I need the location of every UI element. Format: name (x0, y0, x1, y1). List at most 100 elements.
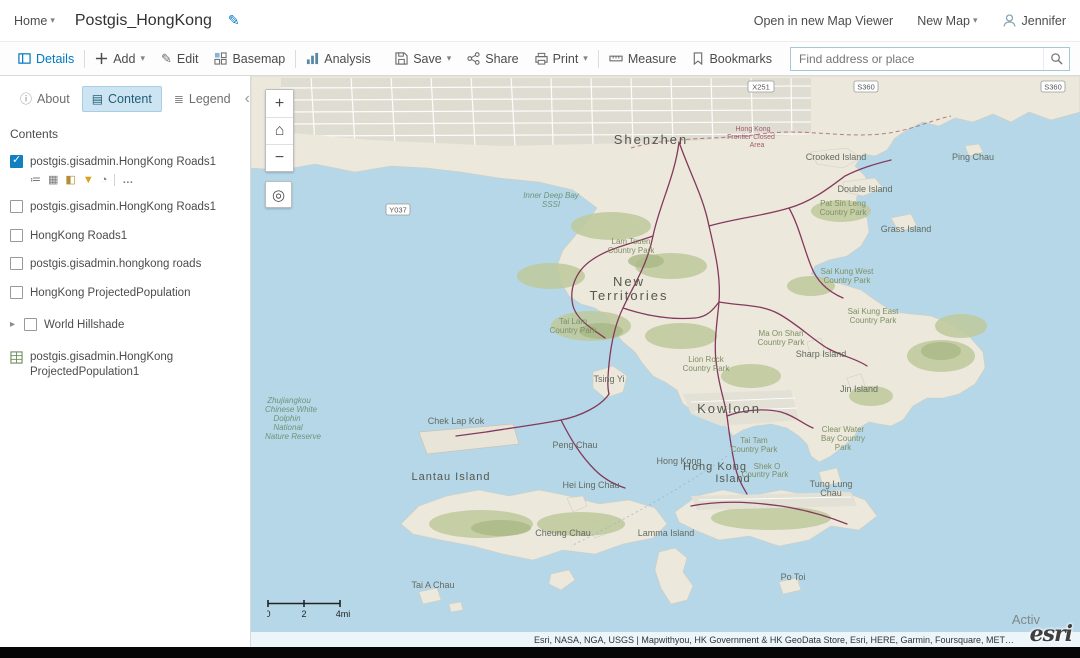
svg-text:Tai Lam: Tai Lam (559, 317, 587, 326)
svg-text:X251: X251 (752, 83, 770, 92)
default-extent-button[interactable]: ⌂ (266, 117, 293, 144)
content-icon: ▤ (92, 92, 103, 106)
svg-text:New: New (613, 274, 645, 289)
basemap-button[interactable]: Basemap (206, 42, 293, 75)
caret-down-icon: ▾ (447, 53, 452, 64)
change-style-icon[interactable]: ◧ (65, 173, 75, 186)
tab-label: Legend (189, 92, 231, 106)
svg-text:SSSI: SSSI (542, 200, 561, 209)
details-button[interactable]: Details (10, 42, 82, 75)
tab-content[interactable]: ▤ Content (82, 86, 162, 112)
contents-heading: Contents (10, 127, 240, 141)
layer-checkbox[interactable]: ✓ (10, 155, 23, 168)
search-button[interactable] (1043, 48, 1069, 70)
filter-icon[interactable]: ▼ (83, 174, 94, 186)
layer-label: World Hillshade (44, 318, 124, 332)
zoom-in-button[interactable]: + (266, 90, 293, 117)
tab-about[interactable]: ⓘ About (10, 84, 80, 113)
layer-checkbox[interactable] (10, 257, 23, 270)
layer-label: HongKong ProjectedPopulation (30, 286, 190, 300)
tab-label: About (37, 92, 70, 106)
layer-item[interactable]: ✓ postgis.gisadmin.HongKong Roads1 (10, 155, 240, 169)
svg-text:Lion Rock: Lion Rock (688, 355, 725, 364)
locate-icon: ◎ (272, 186, 285, 204)
layer-label: postgis.gisadmin.HongKong Roads1 (30, 200, 216, 214)
edit-title-icon[interactable]: ✎ (228, 12, 240, 29)
plus-icon: + (275, 95, 284, 113)
svg-text:Country Park: Country Park (550, 326, 598, 335)
analysis-label: Analysis (324, 52, 371, 66)
layer-label: HongKong Roads1 (30, 229, 127, 243)
map-toolbar: Details Add ▾ ✎ Edit Basemap Analysis Sa… (0, 42, 1080, 76)
more-options-icon[interactable]: … (114, 174, 134, 186)
svg-text:Lamma Island: Lamma Island (638, 528, 695, 538)
new-map-menu[interactable]: New Map ▾ (917, 14, 977, 28)
layer-checkbox[interactable] (10, 200, 23, 213)
check-icon: ✓ (12, 154, 21, 168)
svg-text:Chek Lap Kok: Chek Lap Kok (428, 416, 485, 426)
svg-text:Sharp Island: Sharp Island (796, 349, 847, 359)
arcgis-map-viewer: Home ▾ Postgis_HongKong ✎ Open in new Ma… (0, 0, 1080, 658)
perform-analysis-icon[interactable]: ◔ (101, 174, 108, 186)
svg-text:Lantau Island: Lantau Island (411, 471, 490, 483)
caret-down-icon: ▾ (973, 15, 978, 26)
layer-checkbox[interactable] (10, 229, 23, 242)
details-icon (18, 52, 31, 65)
save-button[interactable]: Save ▾ (387, 42, 459, 75)
layer-item[interactable]: postgis.gisadmin.hongkong roads (10, 257, 240, 271)
svg-text:Zhujiangkou: Zhujiangkou (266, 396, 311, 405)
svg-text:Area: Area (750, 142, 765, 149)
print-icon (535, 52, 548, 65)
map-canvas[interactable]: X251 S360 S360 Y037 Shenzhen Hong Kong F… (251, 76, 1080, 647)
table-item[interactable]: postgis.gisadmin.HongKong ProjectedPopul… (10, 350, 240, 379)
search-box (790, 47, 1070, 71)
home-menu[interactable]: Home ▾ (14, 14, 55, 28)
layer-item[interactable]: HongKong Roads1 (10, 229, 240, 243)
save-label: Save (413, 52, 442, 66)
search-icon (1050, 52, 1063, 65)
expand-icon[interactable]: ▸ (10, 319, 15, 332)
esri-logo: esri (1030, 621, 1072, 647)
route-shield: X251 (748, 81, 774, 92)
layer-item[interactable]: HongKong ProjectedPopulation (10, 286, 240, 300)
layer-checkbox[interactable] (10, 286, 23, 299)
legend-icon: ≣ (174, 92, 184, 106)
analysis-button[interactable]: Analysis (298, 42, 379, 75)
svg-text:S360: S360 (857, 83, 875, 92)
user-menu[interactable]: Jennifer (1002, 13, 1066, 28)
svg-text:Country Park: Country Park (850, 316, 898, 325)
show-table-icon[interactable]: ▦ (48, 173, 58, 186)
svg-text:Pat Sin Leng: Pat Sin Leng (820, 199, 866, 208)
measure-button[interactable]: Measure (601, 42, 685, 75)
search-input[interactable] (791, 48, 1043, 70)
svg-text:S360: S360 (1044, 83, 1062, 92)
edit-icon: ✎ (161, 51, 172, 67)
edit-button[interactable]: ✎ Edit (153, 42, 206, 75)
add-button[interactable]: Add ▾ (87, 42, 153, 75)
svg-text:Lam Tsuen: Lam Tsuen (612, 237, 651, 246)
edit-label: Edit (177, 52, 199, 66)
svg-text:Po Toi: Po Toi (781, 572, 806, 582)
layer-label: postgis.gisadmin.hongkong roads (30, 257, 201, 271)
show-legend-icon[interactable]: ≔ (30, 173, 41, 186)
zoom-out-button[interactable]: − (266, 144, 293, 171)
svg-text:Tai A Chau: Tai A Chau (411, 580, 454, 590)
svg-text:Dolphin: Dolphin (273, 414, 301, 423)
print-button[interactable]: Print ▾ (527, 42, 596, 75)
toolbar-separator (84, 50, 85, 68)
share-label: Share (485, 52, 518, 66)
svg-text:Sai Kung East: Sai Kung East (848, 307, 899, 316)
find-my-location-button[interactable]: ◎ (265, 181, 292, 208)
layer-checkbox[interactable] (24, 318, 37, 331)
open-new-map-viewer-link[interactable]: Open in new Map Viewer (754, 14, 893, 28)
table-label: postgis.gisadmin.HongKong ProjectedPopul… (30, 350, 216, 379)
bookmarks-button[interactable]: Bookmarks (684, 42, 780, 75)
layer-item[interactable]: postgis.gisadmin.HongKong Roads1 (10, 200, 240, 214)
caret-down-icon: ▾ (50, 15, 55, 26)
toolbar-separator (295, 50, 296, 68)
layer-item[interactable]: ▸ World Hillshade (10, 318, 240, 332)
tab-legend[interactable]: ≣ Legend (164, 86, 241, 112)
svg-text:Inner Deep Bay: Inner Deep Bay (523, 191, 580, 200)
caret-down-icon: ▾ (583, 53, 588, 64)
share-button[interactable]: Share (459, 42, 526, 75)
